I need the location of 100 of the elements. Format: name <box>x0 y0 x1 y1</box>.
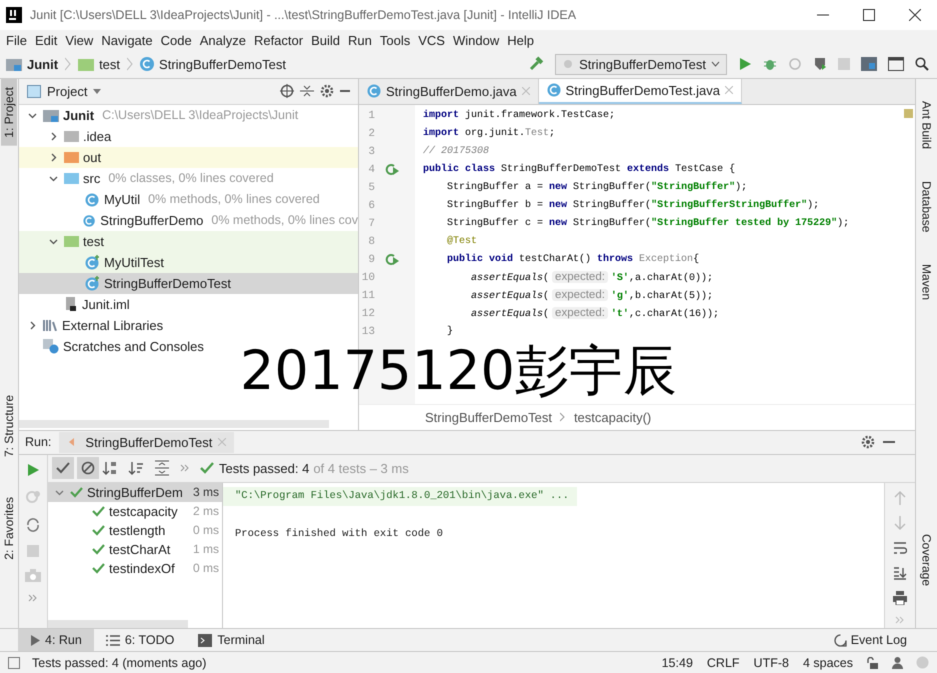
tree-item[interactable]: StringBufferDemoTest <box>19 272 358 294</box>
checkbox-icon[interactable] <box>8 656 20 669</box>
tree-item[interactable]: MyUtilTest <box>19 252 358 273</box>
tool-window-tab[interactable]: Coverage <box>918 528 934 592</box>
tool-window-tab[interactable]: Ant Build <box>918 94 934 155</box>
status-bar-item[interactable]: CRLF <box>706 656 740 670</box>
tool-window-tab[interactable]: 1: Project <box>1 78 17 146</box>
status-bar-item[interactable]: 15:49 <box>662 656 693 670</box>
test-tree-item[interactable]: StringBufferDem 3 ms <box>48 482 222 502</box>
tree-item[interactable]: Junit.iml <box>19 294 358 315</box>
menu-item[interactable]: Help <box>503 32 538 48</box>
settings-icon[interactable] <box>320 84 334 98</box>
tool-window-tab[interactable]: Maven <box>918 258 934 306</box>
menu-item[interactable]: Tools <box>376 32 414 48</box>
tree-item[interactable]: .idea <box>19 126 358 147</box>
breadcrumb-item[interactable]: StringBufferDemoTest <box>159 56 286 72</box>
maximize-icon[interactable] <box>863 8 875 21</box>
sort-by-duration-icon[interactable] <box>128 460 144 476</box>
run-icon[interactable] <box>26 462 40 477</box>
locate-target-icon[interactable] <box>280 84 294 98</box>
code-line: } <box>446 326 454 338</box>
tool-window-tab[interactable]: 7: Structure <box>1 387 17 466</box>
printer-icon[interactable] <box>893 590 907 605</box>
menu-item[interactable]: Refactor <box>250 32 308 48</box>
tool-window-tab[interactable]: Database <box>918 174 934 238</box>
menu-item[interactable]: Code <box>156 32 196 48</box>
tool-window-tab[interactable]: 2: Favorites <box>1 489 17 568</box>
editor-tab[interactable]: StringBufferDemoTest.java <box>538 78 742 104</box>
run-icon[interactable] <box>738 57 752 72</box>
debug-bug-icon[interactable] <box>763 57 777 72</box>
breadcrumb-item[interactable]: testcapacity() <box>574 410 652 425</box>
menu-item[interactable]: File <box>2 32 31 48</box>
status-bar-item[interactable]: 4 spaces <box>802 656 853 670</box>
lock-icon[interactable] <box>867 656 879 669</box>
run-tab[interactable]: StringBufferDemoTest <box>59 432 234 453</box>
inspector-person-icon[interactable] <box>891 656 904 670</box>
menu-item[interactable]: Build <box>307 32 344 48</box>
tree-item[interactable]: test <box>19 230 358 252</box>
hammer-icon[interactable] <box>528 56 544 72</box>
test-tree-item[interactable]: testlength 0 ms <box>48 520 222 540</box>
test-tree-item[interactable]: testcapacity 2 ms <box>48 502 222 521</box>
tree-item[interactable]: out <box>19 146 358 168</box>
folder-icon <box>64 235 79 248</box>
breadcrumb-item[interactable]: Junit <box>27 56 58 72</box>
horizontal-scrollbar[interactable] <box>19 420 329 428</box>
tree-item[interactable]: src 0% classes, 0% lines covered <box>19 168 358 189</box>
coverage-shield-icon[interactable] <box>813 57 827 72</box>
minimize-icon[interactable] <box>883 441 895 444</box>
tree-item[interactable]: External Libraries <box>19 314 358 336</box>
minimize-icon[interactable] <box>340 90 350 92</box>
breadcrumb-item[interactable]: StringBufferDemoTest <box>425 410 552 425</box>
line-number: 11 <box>360 290 375 302</box>
search-icon[interactable] <box>915 57 929 72</box>
tool-window-tab[interactable]: 4: Run <box>18 629 94 652</box>
test-tree-item[interactable]: testindexOf 0 ms <box>48 558 222 578</box>
menu-item[interactable]: Navigate <box>97 32 157 48</box>
test-tree-item[interactable]: testCharAt 1 ms <box>48 540 222 559</box>
soft-wrap-icon[interactable] <box>893 540 907 555</box>
panel-title[interactable]: Project <box>47 84 88 99</box>
scroll-to-end-icon[interactable] <box>893 566 907 580</box>
show-passed-toggle[interactable] <box>52 457 74 480</box>
status-bar-item[interactable]: UTF-8 <box>754 656 789 670</box>
line-number: 8 <box>367 236 375 248</box>
run-test-gutter-icon[interactable] <box>384 253 400 266</box>
folder-icon <box>78 58 94 71</box>
collapse-all-icon[interactable] <box>300 84 314 98</box>
menu-item[interactable]: VCS <box>414 32 449 48</box>
show-ignored-toggle[interactable] <box>77 457 99 480</box>
tree-item[interactable]: MyUtil 0% methods, 0% lines covered <box>19 188 358 210</box>
tree-item[interactable]: StringBufferDemo 0% methods, 0% lines cov <box>19 210 358 231</box>
tree-item[interactable]: Junit C:\Users\DELL 3\IdeaProjects\Junit <box>19 104 358 126</box>
menu-item[interactable]: Run <box>344 32 376 48</box>
sort-alphabetically-icon[interactable] <box>102 460 118 476</box>
run-configuration-dropdown[interactable]: StringBufferDemoTest <box>555 54 727 75</box>
blocked-icon <box>81 461 95 476</box>
line-number: 2 <box>367 128 375 140</box>
editor-tab[interactable]: StringBufferDemo.java <box>359 78 539 104</box>
caret-icon[interactable] <box>93 88 102 94</box>
menu-item[interactable]: Analyze <box>196 32 250 48</box>
menu-item[interactable]: Edit <box>30 32 62 48</box>
expand-all-icon[interactable] <box>154 460 170 476</box>
horizontal-scrollbar[interactable] <box>48 620 188 628</box>
menu-item[interactable]: View <box>61 32 98 48</box>
check-icon <box>56 462 70 474</box>
line-number: 1 <box>367 110 375 122</box>
more-chevrons-icon[interactable] <box>180 464 190 472</box>
window-frame-icon[interactable] <box>888 57 904 72</box>
window-title: Junit [C:\Users\DELL 3\IdeaProjects\Junit] - ...\test\StringBufferDemoTest.java [Junit] - IntelliJ IDEA <box>30 8 576 22</box>
project-structure-icon[interactable] <box>861 57 877 72</box>
settings-icon[interactable] <box>861 435 875 450</box>
toggle-auto-test-icon[interactable] <box>25 516 41 533</box>
menu-item[interactable]: Window <box>448 32 504 48</box>
more-chevrons-icon[interactable] <box>28 594 38 602</box>
tool-window-tab[interactable]: 6: TODO <box>94 629 186 652</box>
close-icon[interactable] <box>909 8 921 21</box>
run-test-gutter-icon[interactable] <box>384 163 400 176</box>
class-icon <box>546 83 561 98</box>
event-log-button[interactable]: Event Log <box>834 633 937 648</box>
tool-window-tab[interactable]: Terminal <box>186 629 277 652</box>
breadcrumb-item[interactable]: test <box>99 56 120 72</box>
